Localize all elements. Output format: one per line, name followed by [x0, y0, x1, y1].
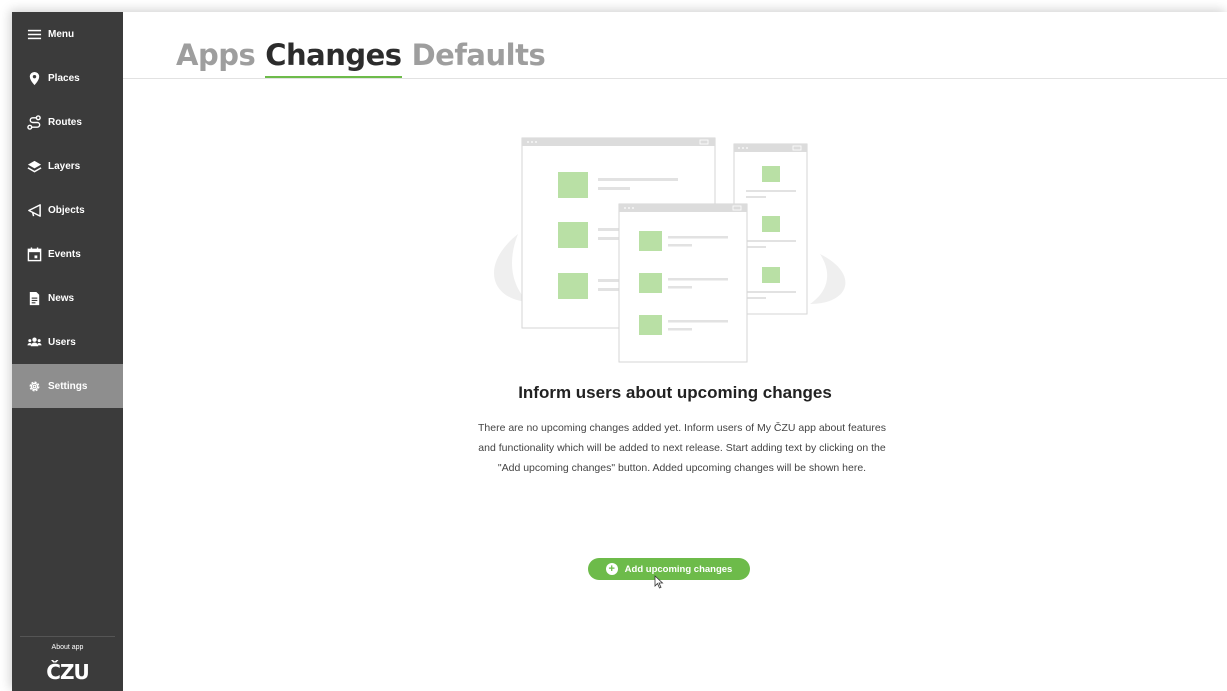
- sidebar-item-users[interactable]: Users: [12, 320, 123, 364]
- calendar-icon: [26, 246, 42, 262]
- layers-icon: [26, 158, 42, 174]
- sidebar-item-objects[interactable]: Objects: [12, 188, 123, 232]
- add-upcoming-changes-button[interactable]: + Add upcoming changes: [588, 558, 750, 580]
- tab-bar: Apps Changes Defaults: [176, 38, 546, 79]
- about-app-link[interactable]: About app: [12, 644, 123, 651]
- megaphone-icon: [26, 202, 42, 218]
- description-line: and functionality which will be added to…: [478, 442, 886, 454]
- sidebar-item-label: Settings: [48, 380, 88, 392]
- sidebar-item-label: Menu: [48, 28, 75, 40]
- sidebar-item-label: Routes: [48, 116, 82, 128]
- sidebar-item-places[interactable]: Places: [12, 56, 123, 100]
- sidebar-item-label: Layers: [48, 160, 81, 172]
- empty-state-illustration: [494, 137, 846, 363]
- tab-defaults[interactable]: Defaults: [412, 38, 546, 79]
- document-icon: [26, 290, 42, 306]
- tab-apps[interactable]: Apps: [176, 38, 256, 79]
- app-window: Menu Places Routes Layers Objects Events…: [12, 12, 1227, 691]
- tab-changes[interactable]: Changes: [265, 38, 402, 79]
- sidebar-item-label: News: [48, 292, 75, 304]
- sidebar-item-label: Places: [48, 72, 80, 84]
- hamburger-icon: [26, 26, 42, 42]
- empty-state-heading: Inform users about upcoming changes: [518, 383, 832, 402]
- users-icon: [26, 334, 42, 350]
- sidebar-item-events[interactable]: Events: [12, 232, 123, 276]
- sidebar-item-label: Objects: [48, 204, 85, 216]
- sidebar-item-news[interactable]: News: [12, 276, 123, 320]
- map-pin-icon: [26, 70, 42, 86]
- sidebar-item-settings[interactable]: Settings: [12, 364, 123, 408]
- mouse-cursor-icon: [654, 575, 664, 589]
- sidebar-divider: [20, 636, 115, 637]
- empty-state-description: There are no upcoming changes added yet.…: [442, 418, 922, 478]
- route-icon: [26, 114, 42, 130]
- sidebar-item-layers[interactable]: Layers: [12, 144, 123, 188]
- sidebar-item-label: Users: [48, 336, 76, 348]
- sidebar: Menu Places Routes Layers Objects Events…: [12, 12, 123, 691]
- plus-circle-icon: +: [605, 563, 618, 575]
- sidebar-item-routes[interactable]: Routes: [12, 100, 123, 144]
- tabs-divider: [123, 78, 1227, 79]
- description-line: There are no upcoming changes added yet.…: [478, 422, 886, 434]
- sidebar-item-label: Events: [48, 248, 81, 260]
- sidebar-item-menu[interactable]: Menu: [12, 12, 123, 56]
- add-button-label: Add upcoming changes: [624, 563, 733, 575]
- czu-logo: ČZU: [46, 660, 89, 684]
- description-line: "Add upcoming changes" button. Added upc…: [497, 462, 867, 474]
- gear-icon: [26, 378, 42, 394]
